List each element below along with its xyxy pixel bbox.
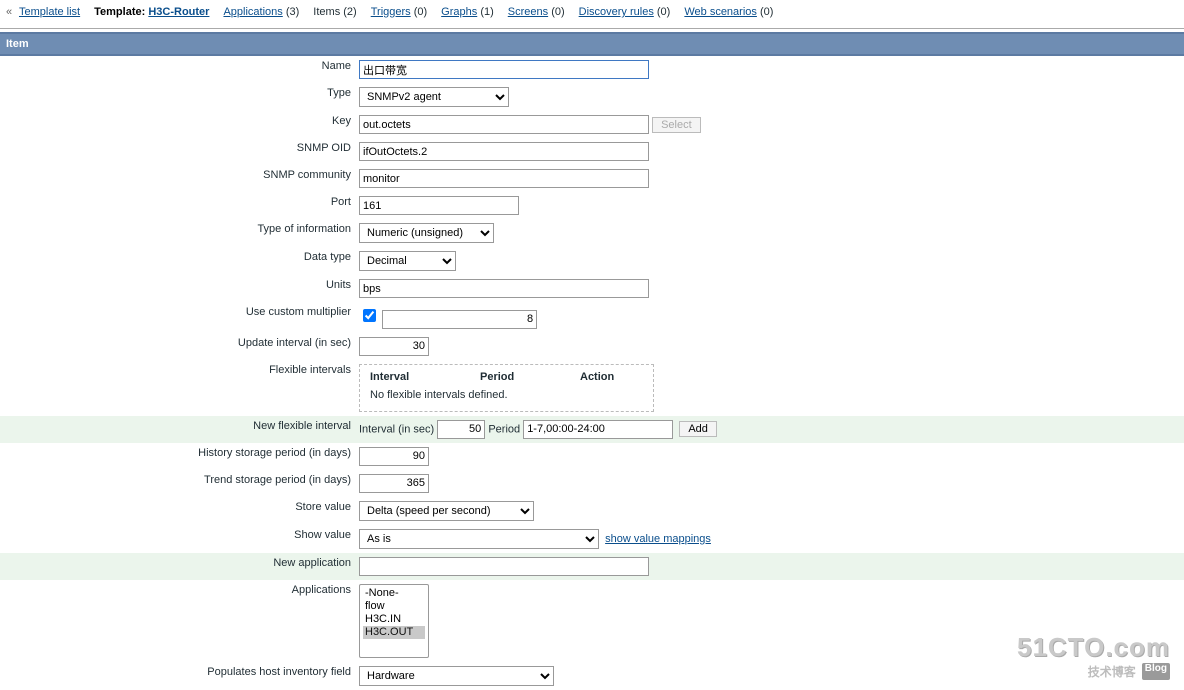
data-type-select[interactable]: Decimal xyxy=(359,251,456,271)
label-new-application: New application xyxy=(0,553,355,580)
label-use-custom-multiplier: Use custom multiplier xyxy=(0,302,355,333)
link-show-value-mappings[interactable]: show value mappings xyxy=(605,533,711,545)
label-new-flexible-interval: New flexible interval xyxy=(0,416,355,443)
history-storage-input[interactable] xyxy=(359,447,429,466)
store-value-select[interactable]: Delta (speed per second) xyxy=(359,501,534,521)
label-update-interval: Update interval (in sec) xyxy=(0,333,355,360)
label-store-value: Store value xyxy=(0,497,355,525)
graphs-count: (1) xyxy=(480,6,493,18)
link-template-name[interactable]: H3C-Router xyxy=(148,6,209,18)
name-input[interactable] xyxy=(359,60,649,79)
triggers-count: (0) xyxy=(414,6,427,18)
screens-count: (0) xyxy=(551,6,564,18)
link-items[interactable]: Items xyxy=(313,6,340,18)
label-units: Units xyxy=(0,275,355,302)
web-count: (0) xyxy=(760,6,773,18)
update-interval-input[interactable] xyxy=(359,337,429,356)
flex-col-period: Period xyxy=(480,371,580,383)
label-populates-inventory: Populates host inventory field xyxy=(0,662,355,690)
label-port: Port xyxy=(0,192,355,219)
label-name: Name xyxy=(0,56,355,83)
trend-storage-input[interactable] xyxy=(359,474,429,493)
port-input[interactable] xyxy=(359,196,519,215)
breadcrumb: « Template list Template: H3C-Router App… xyxy=(0,0,1184,29)
use-multiplier-checkbox[interactable] xyxy=(363,309,376,322)
template-label: Template: xyxy=(94,6,145,18)
label-data-type: Data type xyxy=(0,247,355,275)
flex-col-action: Action xyxy=(580,371,640,383)
multiplier-value-input[interactable] xyxy=(382,310,537,329)
add-button[interactable]: Add xyxy=(679,421,717,437)
units-input[interactable] xyxy=(359,279,649,298)
label-trend-storage: Trend storage period (in days) xyxy=(0,470,355,497)
link-screens[interactable]: Screens xyxy=(508,6,548,18)
flex-col-interval: Interval xyxy=(370,371,480,383)
populates-inventory-select[interactable]: Hardware xyxy=(359,666,554,686)
link-graphs[interactable]: Graphs xyxy=(441,6,477,18)
label-snmp-oid: SNMP OID xyxy=(0,138,355,165)
label-key: Key xyxy=(0,111,355,138)
new-flex-period-input[interactable] xyxy=(523,420,673,439)
link-triggers[interactable]: Triggers xyxy=(371,6,411,18)
new-flex-interval-input[interactable] xyxy=(437,420,485,439)
new-application-input[interactable] xyxy=(359,557,649,576)
link-template-list[interactable]: Template list xyxy=(19,6,80,18)
new-flex-interval-label: Interval (in sec) xyxy=(359,423,434,435)
link-web[interactable]: Web scenarios xyxy=(684,6,757,18)
applications-count: (3) xyxy=(286,6,299,18)
new-flex-period-label: Period xyxy=(488,423,520,435)
flex-empty-text: No flexible intervals defined. xyxy=(370,389,643,401)
type-of-information-select[interactable]: Numeric (unsigned) xyxy=(359,223,494,243)
label-show-value: Show value xyxy=(0,525,355,553)
label-snmp-community: SNMP community xyxy=(0,165,355,192)
label-history-storage: History storage period (in days) xyxy=(0,443,355,470)
show-value-select[interactable]: As is xyxy=(359,529,599,549)
flexible-intervals-box: Interval Period Action No flexible inter… xyxy=(359,364,654,412)
back-glyph-icon: « xyxy=(6,6,12,18)
select-key-button: Select xyxy=(652,117,701,133)
snmp-oid-input[interactable] xyxy=(359,142,649,161)
link-applications[interactable]: Applications xyxy=(223,6,282,18)
type-select[interactable]: SNMPv2 agent xyxy=(359,87,509,107)
applications-multiselect[interactable]: -None-flowH3C.INH3C.OUT xyxy=(359,584,429,658)
discovery-count: (0) xyxy=(657,6,670,18)
items-count: (2) xyxy=(343,6,356,18)
label-flexible-intervals: Flexible intervals xyxy=(0,360,355,416)
item-form: Name Type SNMPv2 agent Key Select SNMP O… xyxy=(0,56,1184,690)
snmp-community-input[interactable] xyxy=(359,169,649,188)
label-type: Type xyxy=(0,83,355,111)
page-title: Item xyxy=(0,32,1184,56)
key-input[interactable] xyxy=(359,115,649,134)
link-discovery[interactable]: Discovery rules xyxy=(579,6,654,18)
label-applications: Applications xyxy=(0,580,355,662)
label-type-of-information: Type of information xyxy=(0,219,355,247)
